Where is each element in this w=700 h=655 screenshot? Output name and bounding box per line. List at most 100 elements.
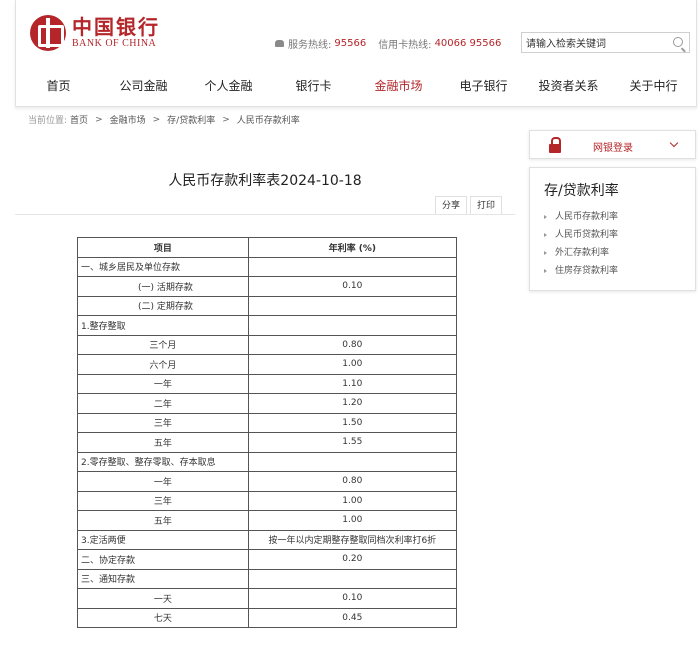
nav-item-cards[interactable]: 银行卡: [271, 74, 356, 98]
rate-item-cell: 一天: [77, 588, 249, 609]
table-row: 三个月 0.80: [77, 334, 458, 355]
rate-value-cell: 1.55: [247, 432, 458, 453]
sidebar-item-housing[interactable]: 住房存贷款利率: [544, 262, 618, 280]
arrow-right-icon: [544, 251, 547, 255]
table-row: 3.定活两便 按一年以内定期整存整取同档次利率打6折: [77, 529, 458, 550]
table-row: 六个月 1.00: [77, 354, 458, 375]
arrow-right-icon: [544, 233, 547, 237]
sidebar-item-rmb-loan[interactable]: 人民币贷款利率: [544, 226, 618, 244]
rate-item-cell: 三、通知存款: [77, 568, 249, 589]
search-icon[interactable]: [673, 37, 683, 47]
service-hotline-number: 95566: [334, 38, 367, 49]
table-row: (二) 定期存款: [77, 295, 458, 316]
sidebar-title: 存/贷款利率: [544, 183, 619, 199]
share-button[interactable]: 分享: [435, 196, 467, 215]
rate-value-cell: 0.80: [247, 471, 458, 492]
card-hotline-number: 40066 95566: [434, 38, 502, 49]
search-input[interactable]: [522, 33, 662, 52]
hotlines: 服务热线: 95566 信用卡热线: 40066 95566: [274, 36, 501, 51]
rate-value-cell: 1.00: [247, 510, 458, 531]
rate-item-cell: 1.整存整取: [77, 315, 249, 336]
rate-value-cell: [247, 568, 458, 589]
table-row: 一年 1.10: [77, 373, 458, 394]
page-title: 人民币存款利率表2024-10-18: [168, 173, 362, 189]
nav-item-corporate[interactable]: 公司金融: [101, 74, 186, 98]
rate-item-cell: (二) 定期存款: [77, 295, 249, 316]
nav-item-about[interactable]: 关于中行: [611, 74, 696, 98]
breadcrumb-separator-icon: >: [152, 114, 161, 125]
nav-item-investors[interactable]: 投资者关系: [526, 74, 611, 98]
bank-logo[interactable]: 中国银行 BANK OF CHINA: [30, 15, 160, 51]
rate-value-cell: [247, 315, 458, 336]
sidebar-item-fx-deposit[interactable]: 外汇存款利率: [544, 244, 618, 262]
rate-value-cell: 1.50: [247, 412, 458, 433]
column-header-rate: 年利率 (%): [247, 237, 458, 258]
table-row: 二、协定存款 0.20: [77, 549, 458, 570]
table-row: 2.零存整取、整存零取、存本取息: [77, 451, 458, 472]
rate-item-cell: 3.定活两便: [77, 529, 249, 550]
rate-item-cell: 一年: [77, 373, 249, 394]
table-row: 五年 1.55: [77, 432, 458, 453]
title-divider: [15, 214, 515, 215]
breadcrumb-prefix: 当前位置:: [28, 116, 68, 126]
table-row: 一、城乡居民及单位存款: [77, 256, 458, 277]
rate-item-cell: 三个月: [77, 334, 249, 355]
table-row: 五年 1.00: [77, 510, 458, 531]
nav-item-markets[interactable]: 金融市场: [356, 74, 441, 98]
sidebar-item-label: 外汇存款利率: [555, 248, 610, 258]
main-nav: 首页 公司金融 个人金融 银行卡 金融市场 电子银行 投资者关系 关于中行: [16, 74, 696, 98]
table-row: 一年 0.80: [77, 471, 458, 492]
rate-item-cell: (一) 活期存款: [77, 276, 249, 297]
phone-icon: [274, 38, 285, 49]
rate-item-cell: 二、协定存款: [77, 549, 249, 570]
sidebar-list: 人民币存款利率 人民币贷款利率 外汇存款利率 住房存贷款利率: [544, 208, 618, 280]
rate-item-cell: 三年: [77, 490, 249, 511]
arrow-right-icon: [544, 269, 547, 273]
table-row: 一天 0.10: [77, 588, 458, 609]
rate-value-cell: 0.20: [247, 549, 458, 570]
breadcrumb: 当前位置: 首页 > 金融市场 > 存/贷款利率 > 人民币存款利率: [28, 113, 300, 127]
breadcrumb-markets[interactable]: 金融市场: [110, 113, 146, 126]
rate-value-cell: [247, 256, 458, 277]
rate-item-cell: 一、城乡居民及单位存款: [77, 256, 249, 277]
lock-icon: [549, 137, 561, 153]
rate-value-cell: 0.10: [247, 588, 458, 609]
nav-item-ebanking[interactable]: 电子银行: [441, 74, 526, 98]
rate-value-cell: [247, 451, 458, 472]
table-row: 二年 1.20: [77, 393, 458, 414]
rate-item-cell: 二年: [77, 393, 249, 414]
rate-item-cell: 一年: [77, 471, 249, 492]
online-banking-login[interactable]: 网银登录: [529, 130, 696, 159]
rate-item-cell: 2.零存整取、整存零取、存本取息: [77, 451, 249, 472]
rate-value-cell: 1.20: [247, 393, 458, 414]
arrow-right-icon: [544, 215, 547, 219]
print-button[interactable]: 打印: [470, 196, 502, 215]
nav-item-home[interactable]: 首页: [16, 74, 101, 98]
table-row: 1.整存整取: [77, 315, 458, 336]
breadcrumb-rates[interactable]: 存/贷款利率: [167, 113, 215, 126]
search-box: [521, 32, 690, 53]
sidebar-item-rmb-deposit[interactable]: 人民币存款利率: [544, 208, 618, 226]
rates-sidebar: 存/贷款利率 人民币存款利率 人民币贷款利率 外汇存款利率 住房存贷款利率: [529, 167, 696, 291]
chevron-down-icon: [669, 138, 679, 148]
rate-item-cell: 七天: [77, 607, 249, 628]
rate-value-cell: 0.10: [247, 276, 458, 297]
sidebar-item-label: 人民币贷款利率: [555, 230, 619, 240]
deposit-rate-table: 项目 年利率 (%) 一、城乡居民及单位存款 (一) 活期存款 0.10 (二) 定期…: [77, 237, 458, 628]
breadcrumb-home[interactable]: 首页: [70, 113, 88, 126]
nav-item-personal[interactable]: 个人金融: [186, 74, 271, 98]
logo-emblem-icon: [30, 15, 66, 51]
logo-english-name: BANK OF CHINA: [72, 38, 157, 49]
table-header-row: 项目 年利率 (%): [77, 237, 458, 258]
login-label: 网银登录: [593, 143, 633, 154]
table-row: 七天 0.45: [77, 607, 458, 628]
breadcrumb-separator-icon: >: [222, 114, 230, 125]
rate-value-cell: 按一年以内定期整存整取同档次利率打6折: [247, 529, 458, 550]
card-hotline-label: 信用卡热线:: [378, 40, 432, 51]
service-hotline-label: 服务热线:: [288, 40, 332, 51]
breadcrumb-current: 人民币存款利率: [236, 116, 300, 126]
site-header: 中国银行 BANK OF CHINA 服务热线: 95566 信用卡热线: 40…: [15, 0, 697, 107]
rate-item-cell: 五年: [77, 510, 249, 531]
table-row: 三年 1.00: [77, 490, 458, 511]
rate-item-cell: 五年: [77, 432, 249, 453]
